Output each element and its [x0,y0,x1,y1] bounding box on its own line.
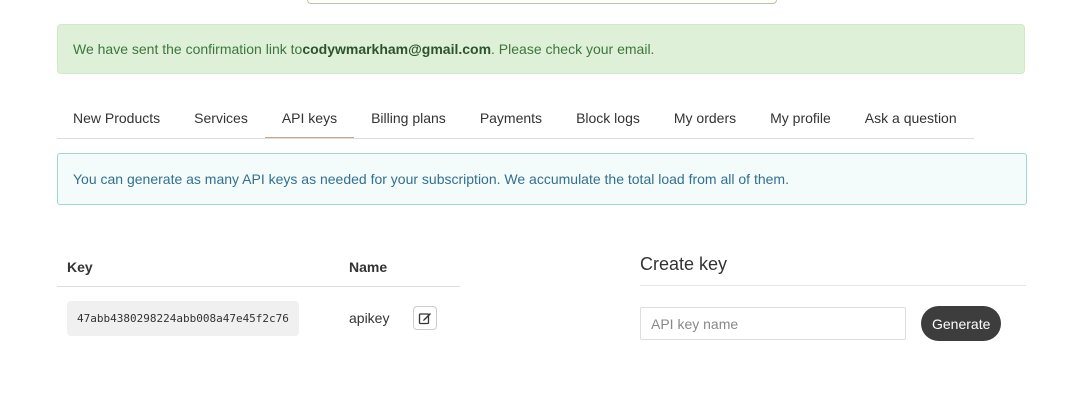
generate-button[interactable]: Generate [921,306,1002,341]
edit-icon [418,313,431,325]
confirmation-text-prefix: We have sent the confirmation link to [73,41,303,57]
info-text: You can generate as many API keys as nee… [73,171,789,187]
tab-my-orders[interactable]: My orders [657,98,753,138]
confirmation-alert: We have sent the confirmation link to co… [57,24,1025,74]
top-input-edge [307,0,777,4]
api-keys-info-alert: You can generate as many API keys as nee… [57,153,1027,205]
create-key-form: Generate [640,306,1026,341]
tab-billing-plans[interactable]: Billing plans [354,98,463,138]
api-keys-table: Key Name 47abb4380298224abb008a47e45f2c7… [57,248,460,349]
table-header: Key Name [57,248,460,287]
create-key-title: Create key [640,250,1026,286]
tab-services[interactable]: Services [177,98,265,138]
api-key-value: 47abb4380298224abb008a47e45f2c76 [67,300,299,336]
tab-payments[interactable]: Payments [463,98,559,138]
tab-ask-a-question[interactable]: Ask a question [848,98,974,138]
confirmation-text-suffix: . Please check your email. [491,41,655,57]
tab-api-keys[interactable]: API keys [264,98,355,138]
tab-new-products[interactable]: New Products [57,98,177,138]
tab-my-profile[interactable]: My profile [753,98,848,138]
create-key-panel: Create key Generate [640,250,1026,341]
tab-block-logs[interactable]: Block logs [559,98,657,138]
table-row: 47abb4380298224abb008a47e45f2c76 apikey [57,287,460,349]
api-key-name-input[interactable] [640,307,906,340]
account-tabs: New Products Services API keys Billing p… [57,98,974,139]
key-name: apikey [349,310,390,326]
confirmation-email: codywmarkham@gmail.com [302,41,492,57]
column-header-name: Name [349,259,388,275]
edit-key-button[interactable] [413,306,437,330]
column-header-key: Key [67,259,93,275]
page: We have sent the confirmation link to co… [0,0,1088,405]
key-cell: 47abb4380298224abb008a47e45f2c76 [57,300,339,336]
